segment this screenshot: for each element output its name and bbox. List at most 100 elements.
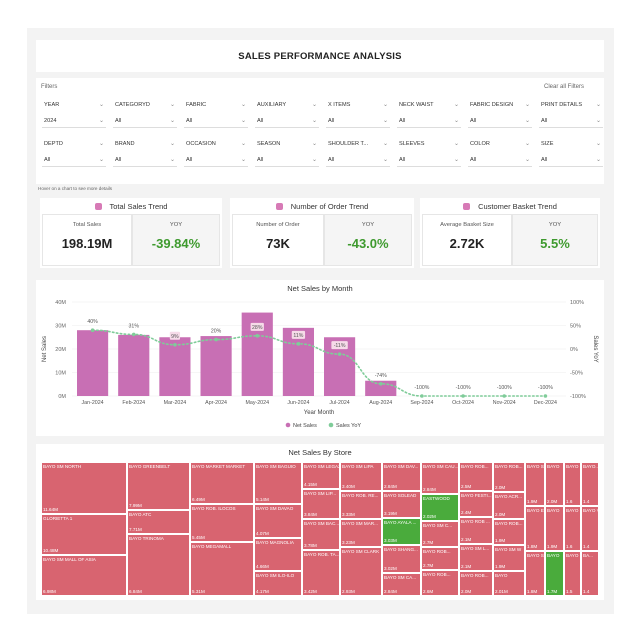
treemap-tile[interactable]: BAYO 1.9M	[545, 506, 564, 551]
chevron-down-icon[interactable]: ⌄	[170, 156, 175, 163]
slicer-occasion[interactable]: OCCASION ⌄ All ⌄	[184, 141, 248, 173]
slicer-neck-waist[interactable]: NECK WAIST ⌄ All ⌄	[397, 102, 461, 134]
chevron-down-icon[interactable]: ⌄	[99, 156, 104, 163]
chevron-down-icon[interactable]: ⌄	[241, 156, 246, 163]
slicer-print-details[interactable]: PRINT DETAILS ⌄ All ⌄	[539, 102, 603, 134]
chevron-down-icon[interactable]: ⌄	[383, 156, 388, 163]
slicer-auxiliary[interactable]: AUXILIARY ⌄ All ⌄	[255, 102, 319, 134]
chevron-down-icon[interactable]: ⌄	[312, 101, 317, 108]
chevron-down-icon[interactable]: ⌄	[312, 156, 317, 163]
treemap-tile[interactable]: BAYO SM DAVAO 4.07M	[254, 504, 302, 538]
treemap-tile[interactable]: BAYO TRINOMA 6.84M	[127, 534, 190, 596]
slicer-year[interactable]: YEAR ⌄ 2024 ⌄	[42, 102, 106, 134]
slicer-color[interactable]: COLOR ⌄ All ⌄	[468, 141, 532, 173]
chevron-down-icon[interactable]: ⌄	[170, 101, 175, 108]
kpi-total-sales[interactable]: Total Sales Trend Total Sales 198.19M YO…	[40, 198, 222, 268]
treemap-tile[interactable]: BAYO EVI... 1.8M	[525, 506, 545, 551]
treemap-tile[interactable]: BAYO ACR... 2.0M	[493, 492, 525, 519]
treemap-tile[interactable]: BAYO SM... 1.8M	[525, 551, 545, 596]
chevron-down-icon[interactable]: ⌄	[170, 117, 175, 124]
treemap-tile[interactable]: BAYO SM CAU... 2.84M	[421, 462, 459, 494]
treemap-tile[interactable]: BAYO SM MALL OF ASIA 6.98M	[41, 555, 127, 596]
treemap-tile[interactable]: BAYO GREENBELT 7.99M	[127, 462, 190, 510]
net-sales-by-store-treemap[interactable]: Net Sales By Store BAYO SM NORTH 11.64M GL…	[36, 444, 604, 600]
clear-filters-button[interactable]: Clear all Filters	[544, 84, 584, 90]
treemap-tile[interactable]: BAYO SM LIP... 3.84M	[302, 489, 340, 519]
treemap-tile[interactable]: BAYO ROB... 1.9M	[493, 519, 525, 545]
treemap-tile[interactable]: BAYO SM L... 2.1M	[459, 544, 493, 571]
treemap-tile[interactable]: BAYO... 1.4	[581, 462, 599, 506]
chevron-down-icon[interactable]: ⌄	[383, 101, 388, 108]
net-sales-by-month-chart[interactable]: Net Sales by Month 0M 10M 20M 30M 40M 100% 50%…	[36, 280, 604, 436]
chevron-down-icon[interactable]: ⌄	[99, 101, 104, 108]
slicer-shoulder-t[interactable]: SHOULDER T... ⌄ All ⌄	[326, 141, 390, 173]
treemap-tile[interactable]: BAYO SM... 1.5	[564, 551, 581, 596]
slicer-size[interactable]: SIZE ⌄ All ⌄	[539, 141, 603, 173]
chevron-down-icon[interactable]: ⌄	[383, 140, 388, 147]
chevron-down-icon[interactable]: ⌄	[383, 117, 388, 124]
slicer-brand[interactable]: BRAND ⌄ All ⌄	[113, 141, 177, 173]
treemap-tile[interactable]: BAYO SM W 1.9M	[493, 545, 525, 571]
chevron-down-icon[interactable]: ⌄	[241, 101, 246, 108]
treemap-tile[interactable]: BAYO SM DAV... 2.84M	[382, 462, 421, 491]
chevron-down-icon[interactable]: ⌄	[596, 156, 601, 163]
chevron-down-icon[interactable]: ⌄	[454, 156, 459, 163]
kpi-number-of-order[interactable]: Number of Order Trend Number of Order 73…	[230, 198, 414, 268]
chevron-down-icon[interactable]: ⌄	[525, 117, 530, 124]
chevron-down-icon[interactable]: ⌄	[454, 140, 459, 147]
treemap-tile[interactable]: BAYO 2.01M	[493, 571, 525, 596]
treemap-tile[interactable]: BAYO SM BAC... 3.78M	[302, 519, 340, 550]
treemap-tile[interactable]: BAYO MEGAMALL 5.31M	[190, 542, 254, 596]
slicer-deptd[interactable]: DEPTD ⌄ All ⌄	[42, 141, 106, 173]
treemap-tile[interactable]: BAYO SOLEAD 3.19M	[382, 491, 421, 518]
treemap-tile[interactable]: BAYO ROB. ILOCOS 5.45M	[190, 504, 254, 542]
treemap-tile[interactable]: BAYO ROB ... 2.1M	[459, 517, 493, 544]
treemap-tile[interactable]: BAYO SM BAGUIO 5.14M	[254, 462, 302, 504]
treemap-tile[interactable]: BAYO 2.0M	[545, 462, 564, 506]
treemap-tile[interactable]: BAYO SM LIPA 3.40M	[340, 462, 382, 491]
chevron-down-icon[interactable]: ⌄	[454, 117, 459, 124]
treemap-tile[interactable]: BAYO SM NORTH 11.64M	[41, 462, 127, 514]
treemap-tile[interactable]: BAYO ROB. RE... 3.33M	[340, 491, 382, 519]
treemap-tile[interactable]: BAYO S... 1.6	[564, 506, 581, 551]
chevron-down-icon[interactable]: ⌄	[99, 140, 104, 147]
treemap-tile[interactable]: GLORIETTA 1 10.48M	[41, 514, 127, 555]
chevron-down-icon[interactable]: ⌄	[596, 140, 601, 147]
chevron-down-icon[interactable]: ⌄	[99, 117, 104, 124]
chevron-down-icon[interactable]: ⌄	[312, 140, 317, 147]
treemap-tile[interactable]: BAYO MAGNOLIA 4.66M	[254, 538, 302, 571]
treemap-tile[interactable]: BAYO 1.6	[564, 462, 581, 506]
chevron-down-icon[interactable]: ⌄	[596, 101, 601, 108]
treemap-tile[interactable]: BAYO SM C... 2.7M	[421, 521, 459, 547]
chevron-down-icon[interactable]: ⌄	[525, 140, 530, 147]
chevron-down-icon[interactable]: ⌄	[241, 117, 246, 124]
treemap-tile[interactable]: BAYO ROB... 2.5M	[459, 462, 493, 491]
treemap-tile[interactable]: BAYO V... 1.4	[581, 506, 599, 551]
slicer-fabric[interactable]: FABRIC ⌄ All ⌄	[184, 102, 248, 134]
treemap-tile[interactable]: BAYO SM LEGAZPI 4.15M	[302, 462, 340, 489]
slicer-categoryd[interactable]: CATEGORYD ⌄ All ⌄	[113, 102, 177, 134]
chevron-down-icon[interactable]: ⌄	[525, 101, 530, 108]
slicer-x-items[interactable]: X ITEMS ⌄ All ⌄	[326, 102, 390, 134]
slicer-fabric-design[interactable]: FABRIC DESIGN ⌄ All ⌄	[468, 102, 532, 134]
slicer-sleeves[interactable]: SLEEVES ⌄ All ⌄	[397, 141, 461, 173]
treemap-tile[interactable]: BAYO FESTI... 2.4M	[459, 491, 493, 517]
chevron-down-icon[interactable]: ⌄	[241, 140, 246, 147]
treemap-tile[interactable]: BAYO SHANG... 3.02M	[382, 545, 421, 573]
treemap-tile[interactable]: BAYO SM MAR... 3.23M	[340, 519, 382, 547]
treemap-tile[interactable]: BAYO ROB. TA... 3.42M	[302, 550, 340, 596]
chevron-down-icon[interactable]: ⌄	[454, 101, 459, 108]
treemap-tile[interactable]: BAYO SM CLARK 2.93M	[340, 547, 382, 596]
treemap-tile[interactable]: BAYO SM ILO-ILO 4.17M	[254, 571, 302, 596]
treemap-tile[interactable]: BAYO ATC 7.71M	[127, 510, 190, 534]
chevron-down-icon[interactable]: ⌄	[170, 140, 175, 147]
treemap-tile[interactable]: BAYO SM CA... 2.84M	[382, 573, 421, 596]
treemap-tile[interactable]: BAYO ROB... 2.0M	[493, 462, 525, 492]
slicer-season[interactable]: SEASON ⌄ All ⌄	[255, 141, 319, 173]
kpi-customer-basket[interactable]: Customer Basket Trend Average Basket Siz…	[420, 198, 600, 268]
treemap-tile[interactable]: EASTWOOD 2.02M	[421, 494, 459, 521]
chevron-down-icon[interactable]: ⌄	[596, 117, 601, 124]
treemap-tile[interactable]: BA... 1.4	[581, 551, 599, 596]
treemap-tile[interactable]: BAYO AYALA ... 3.03M	[382, 518, 421, 545]
chevron-down-icon[interactable]: ⌄	[525, 156, 530, 163]
